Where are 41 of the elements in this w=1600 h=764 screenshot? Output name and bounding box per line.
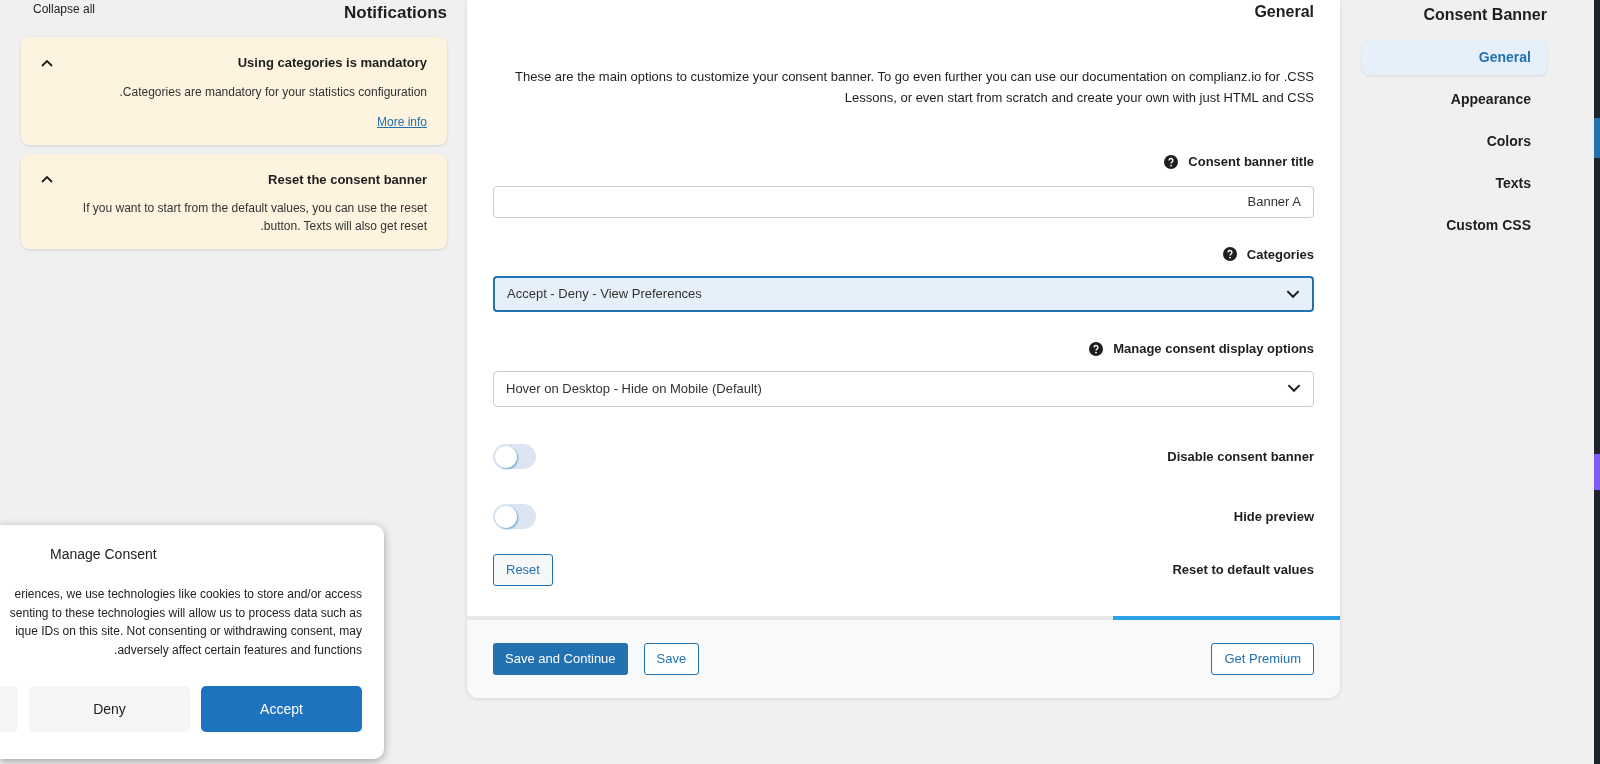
help-icon[interactable] <box>1222 247 1237 262</box>
intro-text: These are the main options to customize your consent banner. To go even further you can use our documentation on complianz.io for .CSS Lessons, or even start from scratch and create your own with just HTML and CSS <box>514 68 1314 107</box>
help-icon[interactable] <box>1089 341 1104 356</box>
toggle-switch[interactable] <box>493 504 536 529</box>
nav-item[interactable]: Appearance <box>1362 82 1547 117</box>
more-info-link[interactable]: More info <box>376 112 427 131</box>
field-label: Categories <box>1246 245 1314 264</box>
field-label: Disable consent banner <box>1167 447 1314 466</box>
collapse-toggle[interactable] <box>41 58 53 67</box>
nav-title: Consent Banner <box>1422 5 1547 25</box>
nav-item[interactable]: Texts <box>1362 166 1547 201</box>
accept-button[interactable]: Accept <box>201 686 362 732</box>
save-and-continue-button[interactable]: Save and Continue <box>493 642 628 675</box>
field-label: Hide preview <box>1233 507 1314 526</box>
dropdown-select[interactable]: Accept - Deny - View Preferences <box>493 276 1314 312</box>
text-input-field[interactable]: Banner A <box>493 185 1314 218</box>
nav-item[interactable]: General <box>1362 40 1547 75</box>
notification-text: If you want to start from the default values, you can use the reset .button. Texts will also get reset <box>81 200 427 235</box>
notifications-heading: Notifications <box>344 2 447 24</box>
chevron-down-icon <box>1287 384 1301 393</box>
get-premium-button[interactable]: Get Premium <box>1211 642 1314 675</box>
notification-text: .Categories are mandatory for your statistics configuration <box>118 83 427 101</box>
nav-item[interactable]: Colors <box>1362 124 1547 159</box>
save-button[interactable]: Save <box>643 642 700 675</box>
collapse-all-link[interactable]: Collapse all <box>21 0 96 18</box>
collapse-toggle[interactable] <box>41 175 53 184</box>
popup-body-text: eriences, we use technologies like cookies to store and/or access senting to these technologies will allow us to process data such as ique IDs on this site. Not consenting or withdrawing consent, may .adversely affect certain features and functions <box>9 586 362 659</box>
toggle-switch[interactable] <box>493 444 536 469</box>
field-label: Reset to default values <box>1172 560 1314 579</box>
help-icon[interactable] <box>1164 154 1179 169</box>
reset-button[interactable]: Reset <box>493 553 553 586</box>
field-label: Manage consent display options <box>1113 340 1314 358</box>
notification-title: Reset the consent banner <box>268 170 427 189</box>
nav-item[interactable]: Custom CSS <box>1362 208 1547 243</box>
popup-title: Manage Consent <box>50 545 157 564</box>
field-label: Consent banner title <box>1188 153 1314 171</box>
deny-button[interactable]: Deny <box>29 686 190 732</box>
notification-title: Using categories is mandatory <box>237 54 427 72</box>
chevron-down-icon <box>1286 289 1300 299</box>
dropdown-select[interactable]: Hover on Desktop - Hide on Mobile (Default) <box>493 370 1314 407</box>
section-title: General <box>1254 2 1314 22</box>
